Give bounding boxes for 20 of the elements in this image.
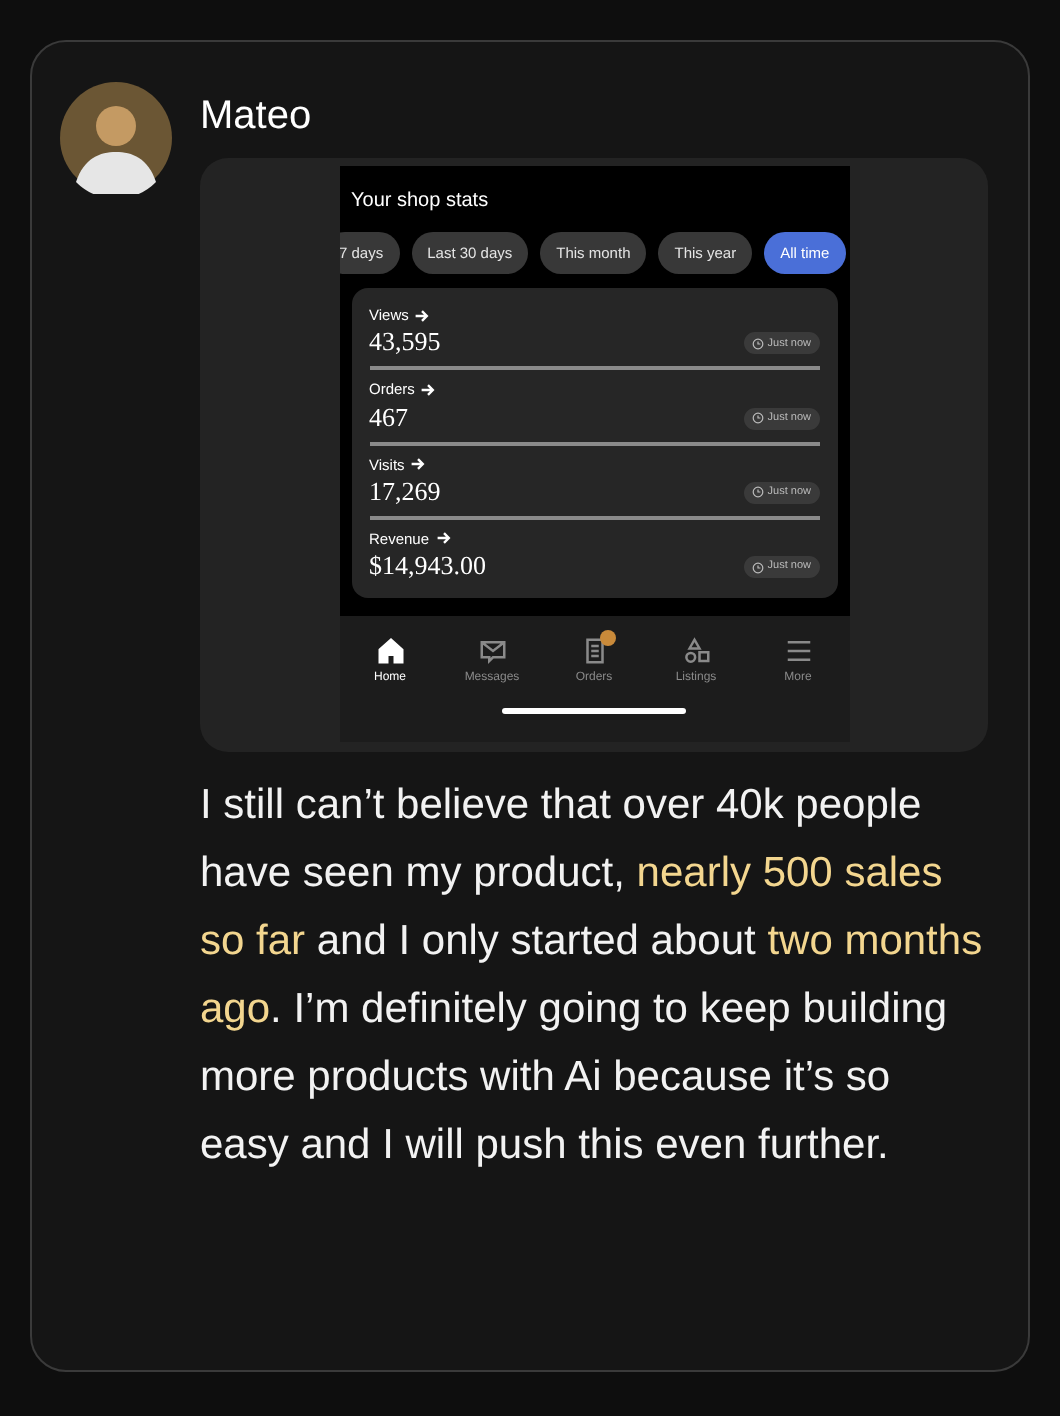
stat-value: 17,269 xyxy=(369,475,441,508)
stat-value: $14,943.00 xyxy=(369,550,486,582)
avatar xyxy=(60,82,172,194)
clock-icon xyxy=(751,412,764,424)
clock-icon xyxy=(751,486,764,499)
shapes-icon xyxy=(681,636,711,666)
stat-value: 467 xyxy=(369,401,410,433)
clock-icon xyxy=(751,561,764,573)
clock-icon xyxy=(751,337,764,350)
arrow-icon xyxy=(414,307,431,324)
message-text: I still can’t believe that over 40k people have seen my product, nearly 500 sales so far and I only started about two months ago. I’m definitely going to keep building more products with Ai because it’s so easy and I will push this even further. xyxy=(200,780,984,1172)
arrow-icon xyxy=(435,530,452,547)
stats-title: Your shop stats xyxy=(349,188,491,216)
menu-icon xyxy=(783,636,813,666)
envelope-icon xyxy=(477,636,507,666)
author-name: Mateo xyxy=(200,92,314,142)
stat-value: 43,595 xyxy=(369,326,441,359)
arrow-icon xyxy=(420,381,437,398)
arrow-icon xyxy=(410,456,427,473)
home-icon xyxy=(375,636,405,666)
